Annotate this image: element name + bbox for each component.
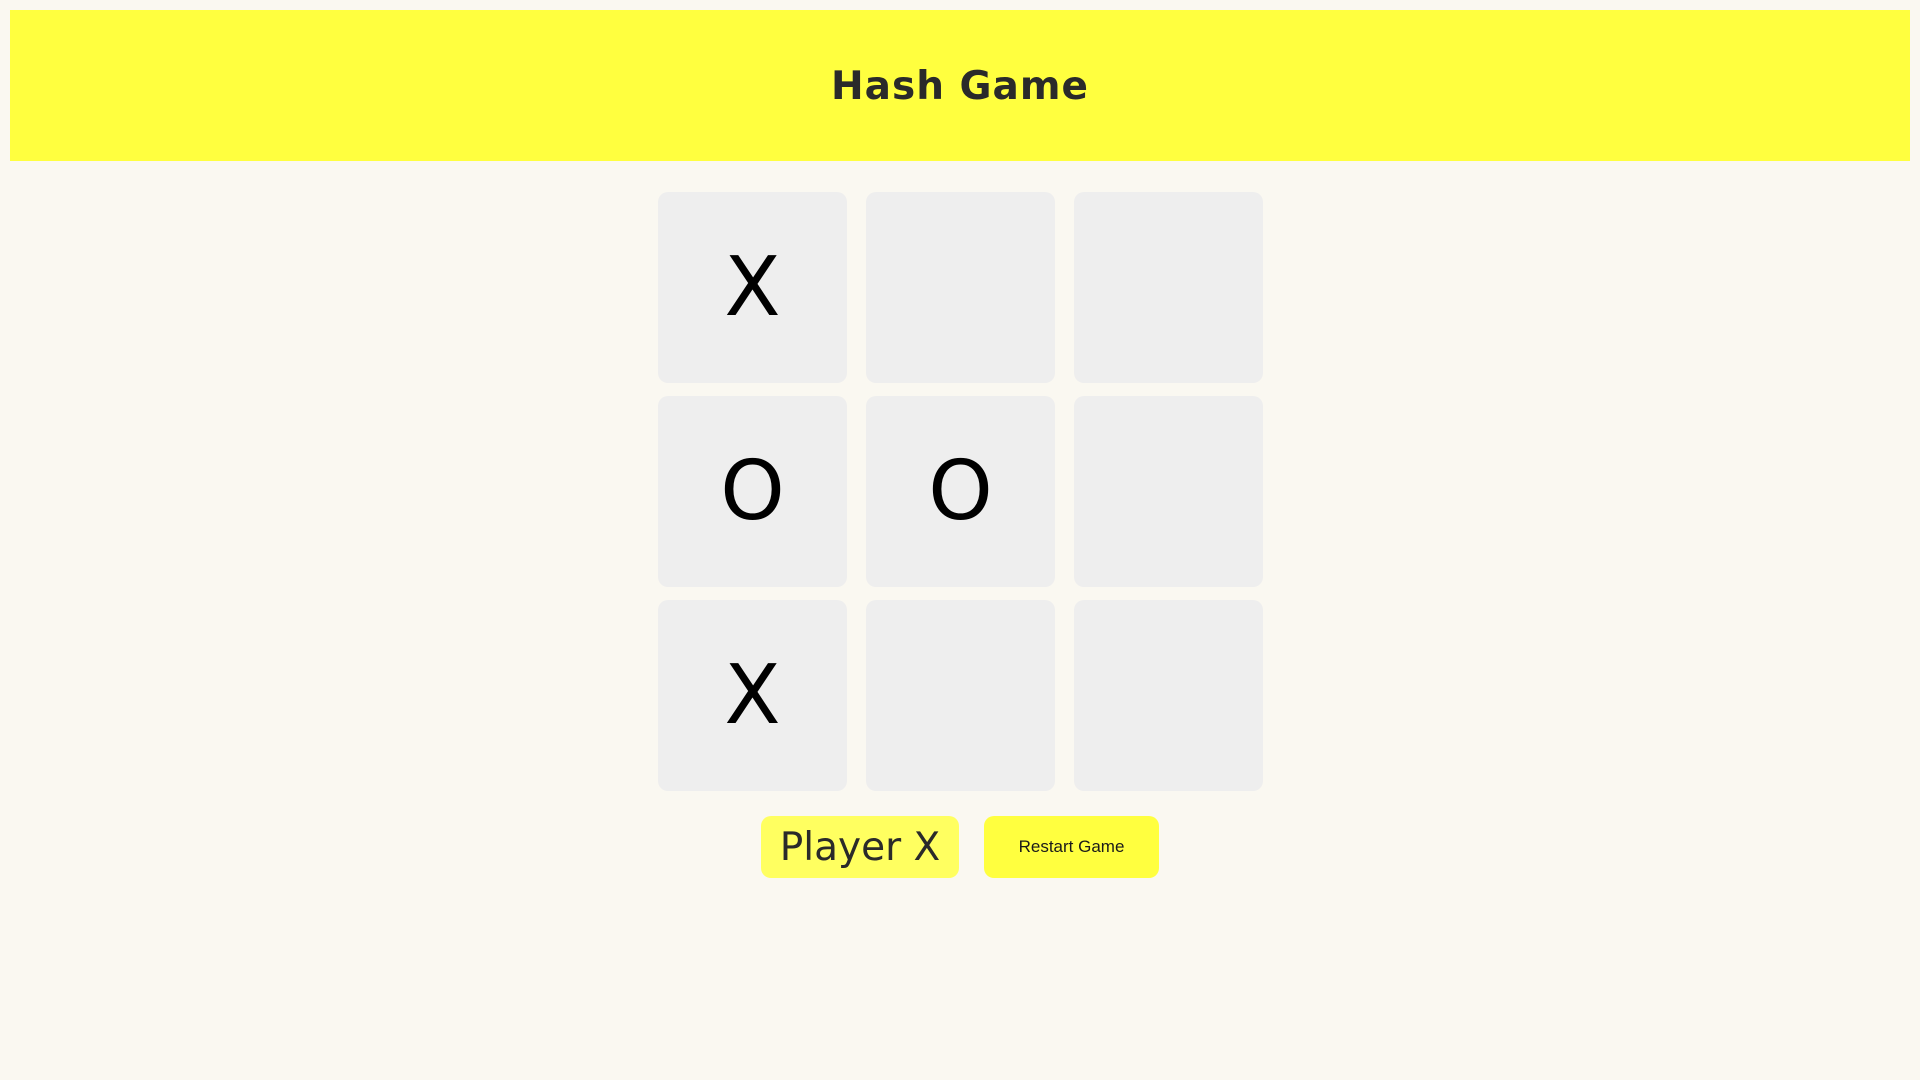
board-cell-1[interactable]: X	[658, 192, 847, 383]
restart-game-button[interactable]: Restart Game	[984, 816, 1159, 878]
board-cell-7[interactable]: X	[658, 600, 847, 791]
board-cell-3[interactable]	[1074, 192, 1263, 383]
game-board: X O O X	[658, 192, 1263, 792]
board-cell-4[interactable]: O	[658, 396, 847, 587]
board-cell-9[interactable]	[1074, 600, 1263, 791]
board-cell-5[interactable]: O	[866, 396, 1055, 587]
board-cell-8[interactable]	[866, 600, 1055, 791]
board-cell-2[interactable]	[866, 192, 1055, 383]
current-player-indicator: Player X	[761, 816, 959, 878]
board-cell-6[interactable]	[1074, 396, 1263, 587]
header-bar: Hash Game	[10, 10, 1910, 161]
page-title: Hash Game	[831, 64, 1089, 109]
